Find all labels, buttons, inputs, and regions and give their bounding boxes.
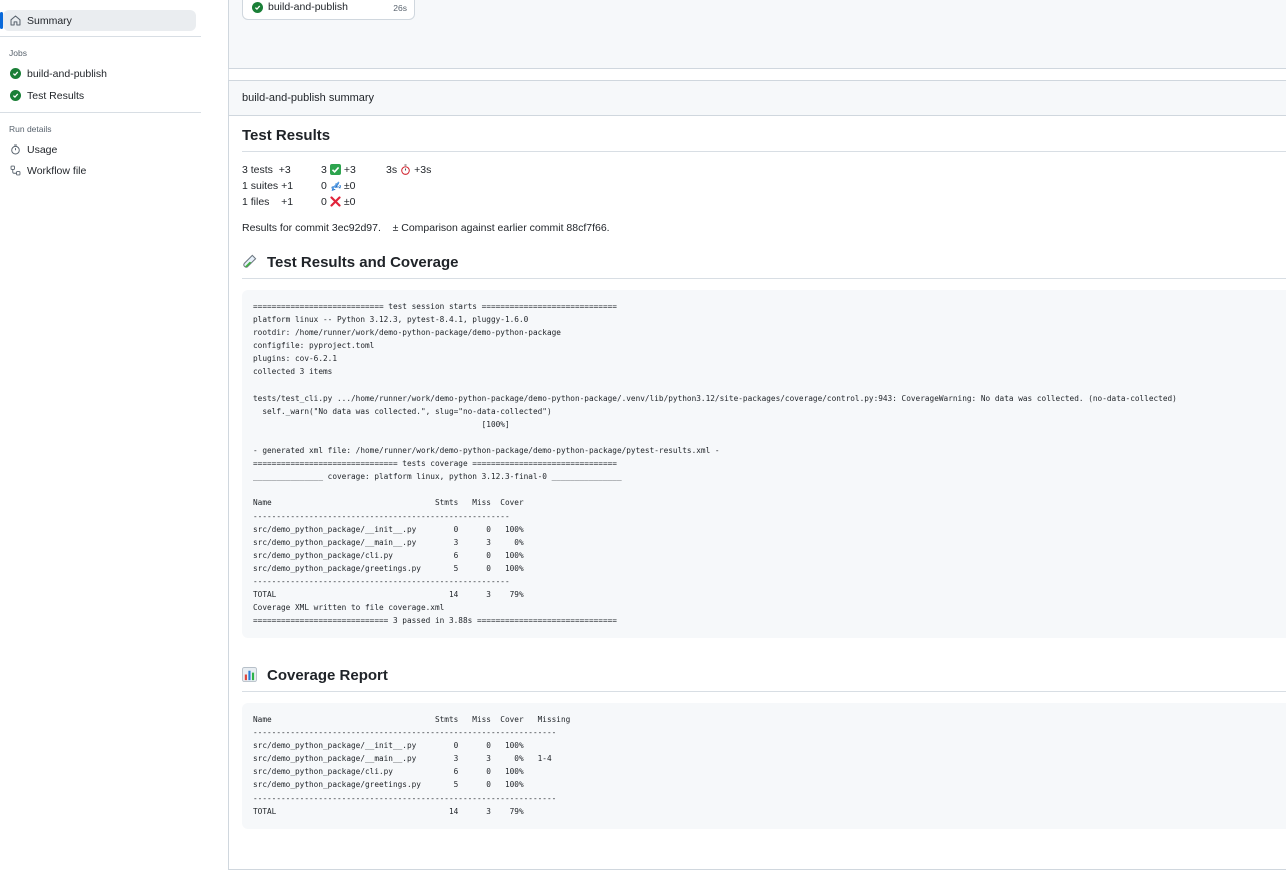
sidebar-item-label: build-and-publish — [27, 67, 107, 80]
sleeping-icon: 💤 — [330, 180, 343, 193]
stat-skipped: 0 💤 ±0 — [321, 180, 356, 193]
coverage-table-block: Name Stmts Miss Cover Missing ----------… — [242, 703, 1286, 829]
coverage-report-heading: Coverage Report — [242, 667, 388, 686]
sidebar: Summary Jobs build-and-publish Test Resu… — [0, 0, 210, 855]
bar-chart-icon — [242, 667, 259, 686]
job-name: build-and-publish — [268, 1, 348, 13]
workflow-icon — [9, 165, 21, 177]
summary-header: build-and-publish summary — [229, 81, 1286, 116]
sidebar-item-summary[interactable]: Summary — [0, 10, 196, 31]
stat-failed: 0 ±0 — [321, 196, 356, 208]
job-card-build-and-publish[interactable]: build-and-publish 26s — [242, 0, 415, 20]
stat-files: 1 files +1 — [242, 196, 294, 208]
stat-duration: 3s +3s — [386, 164, 432, 176]
sidebar-item-workflow-file[interactable]: Workflow file — [3, 160, 196, 181]
check-circle-icon — [9, 68, 21, 79]
stopwatch-icon — [9, 144, 21, 156]
comparison-link[interactable]: ± Comparison against earlier commit 88cf… — [393, 222, 610, 234]
sidebar-item-label: Workflow file — [27, 164, 87, 177]
sidebar-item-build-and-publish[interactable]: build-and-publish — [3, 63, 196, 84]
summary-title: build-and-publish summary — [242, 92, 375, 104]
stat-passed: 3 +3 — [321, 164, 356, 176]
sidebar-item-usage[interactable]: Usage — [3, 139, 196, 160]
divider — [242, 278, 1286, 279]
check-circle-icon — [252, 2, 263, 13]
passed-check-icon — [329, 164, 341, 175]
home-icon — [9, 15, 21, 27]
divider — [0, 112, 201, 113]
job-duration: 26s — [393, 3, 407, 13]
test-results-heading: Test Results — [242, 127, 331, 144]
commit-text: Results for commit 3ec92d97. — [242, 222, 381, 234]
sidebar-item-label: Summary — [27, 14, 72, 27]
divider — [0, 36, 201, 37]
cross-mark-icon — [330, 196, 341, 207]
pytest-output-block: ============================ test sessio… — [242, 290, 1286, 638]
coverage-section-heading: Test Results and Coverage — [242, 254, 458, 273]
sidebar-item-test-results[interactable]: Test Results — [3, 85, 196, 106]
run-details-heading: Run details — [9, 124, 52, 134]
stopwatch-icon — [400, 164, 411, 175]
check-circle-icon — [9, 90, 21, 101]
test-tube-icon — [242, 254, 259, 273]
sidebar-item-label: Test Results — [27, 89, 85, 102]
divider — [242, 691, 1286, 692]
sidebar-item-label: Usage — [27, 143, 58, 156]
stat-suites: 1 suites +1 — [242, 180, 294, 192]
divider — [242, 151, 1286, 152]
stat-tests: 3 tests +3 — [242, 164, 291, 176]
jobs-heading: Jobs — [9, 48, 27, 58]
commit-line: Results for commit 3ec92d97. ± Compariso… — [242, 222, 610, 234]
